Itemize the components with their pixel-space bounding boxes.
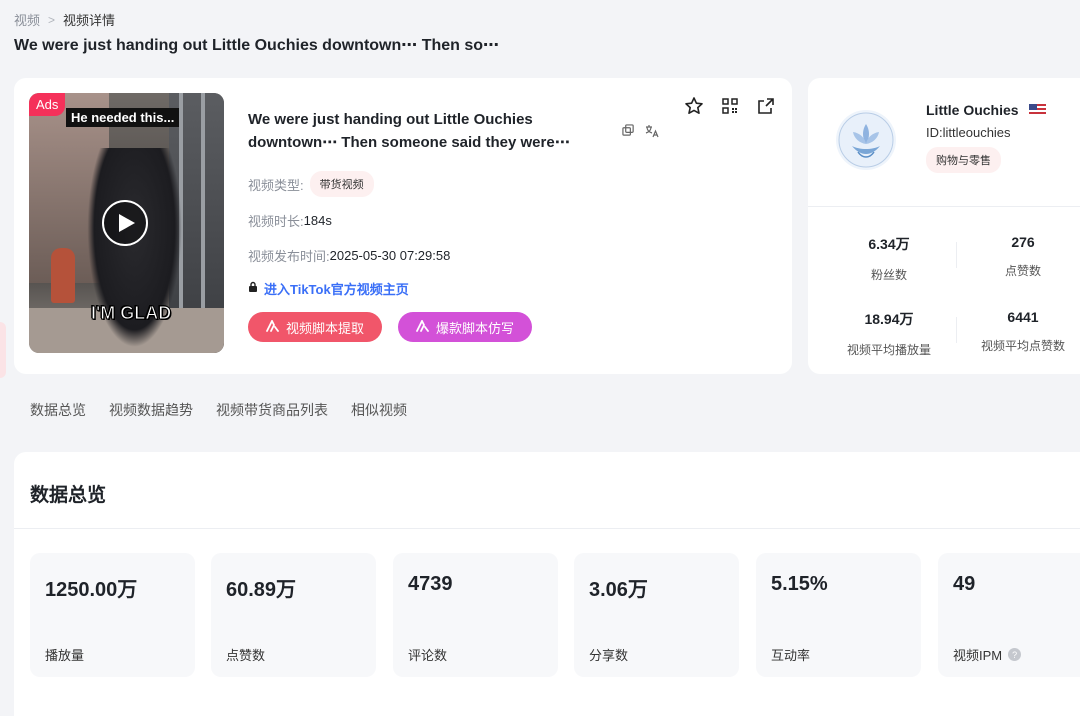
video-duration-value: 184s	[303, 213, 332, 228]
video-title: We were just handing out Little Ouchies …	[248, 111, 570, 151]
video-publish-value: 2025-05-30 07:29:58	[329, 248, 451, 263]
thumbnail-caption-bottom: I'M GLAD	[90, 303, 172, 324]
ads-badge: Ads	[29, 93, 66, 116]
stat-label: 视频平均播放量	[846, 343, 931, 357]
metric-value: 49	[953, 573, 976, 595]
page-title: We were just handing out Little Ouchies …	[14, 37, 500, 54]
metric-label: 播放量	[45, 648, 85, 663]
metric-value: 1250.00万	[45, 579, 138, 601]
metric-value: 60.89万	[226, 579, 297, 601]
stat-label: 点赞数	[1004, 264, 1041, 278]
logo-icon	[416, 318, 430, 335]
video-publish-label: 视频发布时间:	[248, 249, 330, 264]
stat-value: 6441	[1007, 309, 1039, 325]
author-stat-avg-likes: 6441 视频平均点赞数	[958, 309, 1080, 354]
stat-label: 视频平均点赞数	[980, 339, 1065, 353]
thumbnail-caption-top: He needed this...	[66, 108, 180, 127]
author-stat-followers: 6.34万 粉丝数	[824, 234, 954, 283]
video-duration-row: 视频时长: 184s	[248, 211, 332, 230]
metric-label: 互动率	[771, 648, 811, 663]
breadcrumb-current: 视频详情	[63, 13, 116, 28]
metric-value: 4739	[408, 573, 453, 595]
metric-card-engagement: 5.15% 互动率	[756, 553, 921, 677]
play-icon[interactable]	[102, 200, 148, 246]
tab-trend[interactable]: 视频数据趋势	[109, 400, 193, 420]
video-publish-row: 视频发布时间: 2025-05-30 07:29:58	[248, 246, 450, 265]
overview-panel: 数据总览 1250.00万 播放量 60.89万 点赞数 4739 评论数 3.…	[14, 452, 1080, 716]
avatar[interactable]	[836, 110, 896, 170]
extract-script-button[interactable]: 视频脚本提取	[248, 312, 383, 342]
breadcrumb: 视频 > 视频详情	[14, 10, 115, 29]
translate-icon[interactable]	[645, 124, 659, 143]
help-icon[interactable]: ?	[1008, 648, 1022, 661]
metric-value: 5.15%	[771, 573, 828, 595]
tab-similar[interactable]: 相似视频	[351, 400, 407, 420]
divider	[14, 528, 1080, 529]
author-stat-avg-views: 18.94万 视频平均播放量	[824, 309, 954, 358]
metric-card-shares: 3.06万 分享数	[574, 553, 739, 677]
breadcrumb-root[interactable]: 视频	[14, 10, 40, 29]
author-name[interactable]: Little Ouchies	[926, 102, 1019, 118]
stat-value: 276	[1011, 234, 1035, 250]
section-tabs: 数据总览 视频数据趋势 视频带货商品列表 相似视频	[30, 400, 407, 420]
extract-script-label: 视频脚本提取	[286, 320, 365, 336]
metric-card-likes: 60.89万 点赞数	[211, 553, 376, 677]
metric-label: 评论数	[408, 648, 448, 663]
side-float-tab[interactable]	[0, 322, 6, 378]
author-name-row: Little Ouchies	[926, 102, 1046, 118]
video-type-tag: 带货视频	[309, 171, 374, 197]
rewrite-script-button[interactable]: 爆款脚本仿写	[398, 312, 533, 342]
tiktok-link[interactable]: 进入TikTok官方视频主页	[248, 279, 409, 298]
stat-value: 6.34万	[868, 236, 910, 252]
metric-card-ipm: 49 视频IPM ?	[938, 553, 1080, 677]
us-flag-icon	[1028, 104, 1046, 116]
video-type-label: 视频类型:	[248, 177, 304, 193]
video-card: Ads He needed this... I'M GLAD We were j…	[14, 78, 792, 374]
stat-value: 18.94万	[864, 311, 914, 327]
tab-overview[interactable]: 数据总览	[30, 400, 86, 420]
video-duration-label: 视频时长:	[248, 214, 304, 229]
author-stat-likes: 276 点赞数	[958, 234, 1080, 279]
metric-value: 3.06万	[589, 579, 648, 601]
metric-card-views: 1250.00万 播放量	[30, 553, 195, 677]
video-thumbnail[interactable]: Ads He needed this... I'M GLAD	[29, 93, 224, 353]
metric-label: 视频IPM	[953, 648, 1003, 663]
favorite-star-icon[interactable]	[682, 94, 706, 118]
divider	[808, 206, 1080, 207]
divider	[956, 317, 957, 343]
external-link-icon[interactable]	[754, 94, 778, 118]
metric-label: 分享数	[589, 648, 629, 663]
author-id: ID:littleouchies	[926, 125, 1011, 140]
copy-icon[interactable]	[622, 124, 635, 143]
tiktok-link-label: 进入TikTok官方视频主页	[264, 282, 409, 297]
metric-card-comments: 4739 评论数	[393, 553, 558, 677]
logo-icon	[266, 318, 280, 335]
video-type-row: 视频类型: 带货视频	[248, 171, 374, 197]
stat-label: 粉丝数	[870, 268, 907, 282]
author-category-tag: 购物与零售	[926, 147, 1001, 173]
qrcode-icon[interactable]	[718, 94, 742, 118]
overview-title: 数据总览	[30, 485, 107, 506]
metric-label: 点赞数	[226, 648, 266, 663]
author-card: Little Ouchies ID:littleouchies 购物与零售 6.…	[808, 78, 1080, 374]
tab-products[interactable]: 视频带货商品列表	[216, 400, 328, 420]
rewrite-script-label: 爆款脚本仿写	[436, 320, 515, 336]
divider	[956, 242, 957, 268]
lock-icon	[248, 281, 258, 296]
chevron-right-icon: >	[48, 12, 56, 27]
